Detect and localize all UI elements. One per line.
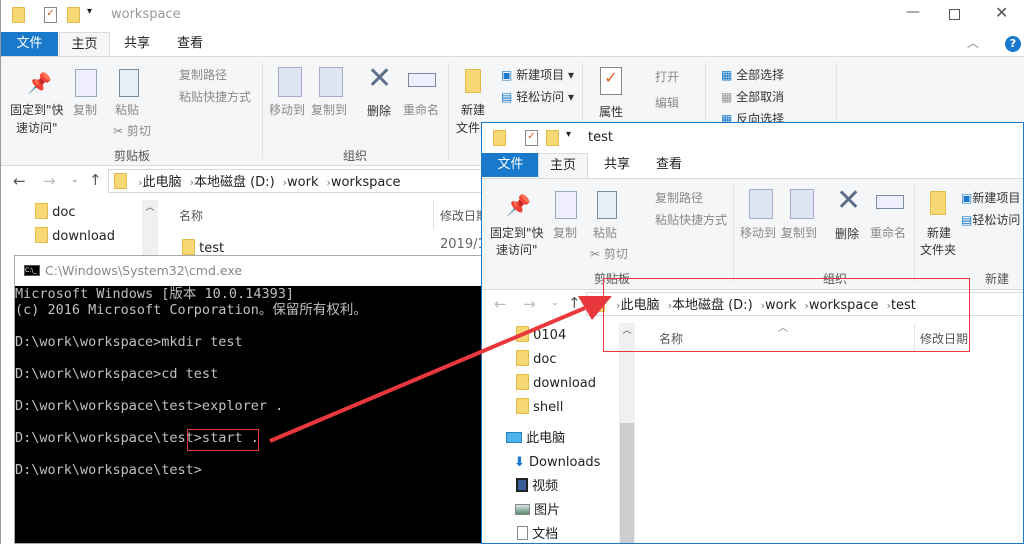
annotation-arrow [269, 296, 612, 443]
arrow-shaft [269, 306, 586, 443]
